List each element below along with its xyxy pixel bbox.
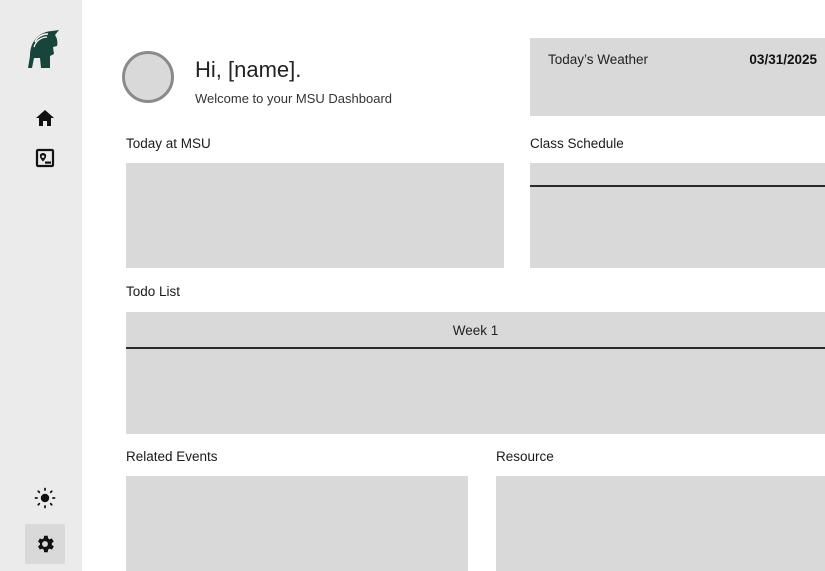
brightness-icon[interactable] [31, 484, 59, 512]
weather-title: Today’s Weather [548, 52, 649, 67]
spartan-logo-icon[interactable] [24, 24, 64, 72]
map-icon[interactable] [31, 144, 59, 172]
resource-panel[interactable] [496, 476, 825, 571]
week-label[interactable]: Week 1 [126, 323, 825, 338]
today-at-msu-heading: Today at MSU [126, 136, 211, 151]
sidebar [0, 0, 82, 571]
resource-heading: Resource [496, 449, 554, 464]
todo-list-panel[interactable]: Week 1 [126, 312, 825, 434]
greeting-title: Hi, [name]. [195, 57, 302, 82]
class-schedule-panel[interactable] [530, 163, 825, 268]
today-at-msu-panel[interactable] [126, 163, 504, 268]
settings-icon[interactable] [25, 524, 65, 564]
related-events-panel[interactable] [126, 476, 468, 571]
class-schedule-divider [530, 185, 825, 187]
weather-date: 03/31/2025 [749, 52, 817, 67]
related-events-heading: Related Events [126, 449, 218, 464]
todo-divider [126, 347, 825, 349]
home-icon[interactable] [31, 104, 59, 132]
weather-card[interactable]: Today’s Weather 03/31/2025 [530, 38, 825, 116]
welcome-subtitle: Welcome to your MSU Dashboard [195, 91, 393, 106]
avatar[interactable] [122, 51, 174, 103]
todo-list-heading: Todo List [126, 284, 181, 299]
class-schedule-heading: Class Schedule [530, 136, 624, 151]
